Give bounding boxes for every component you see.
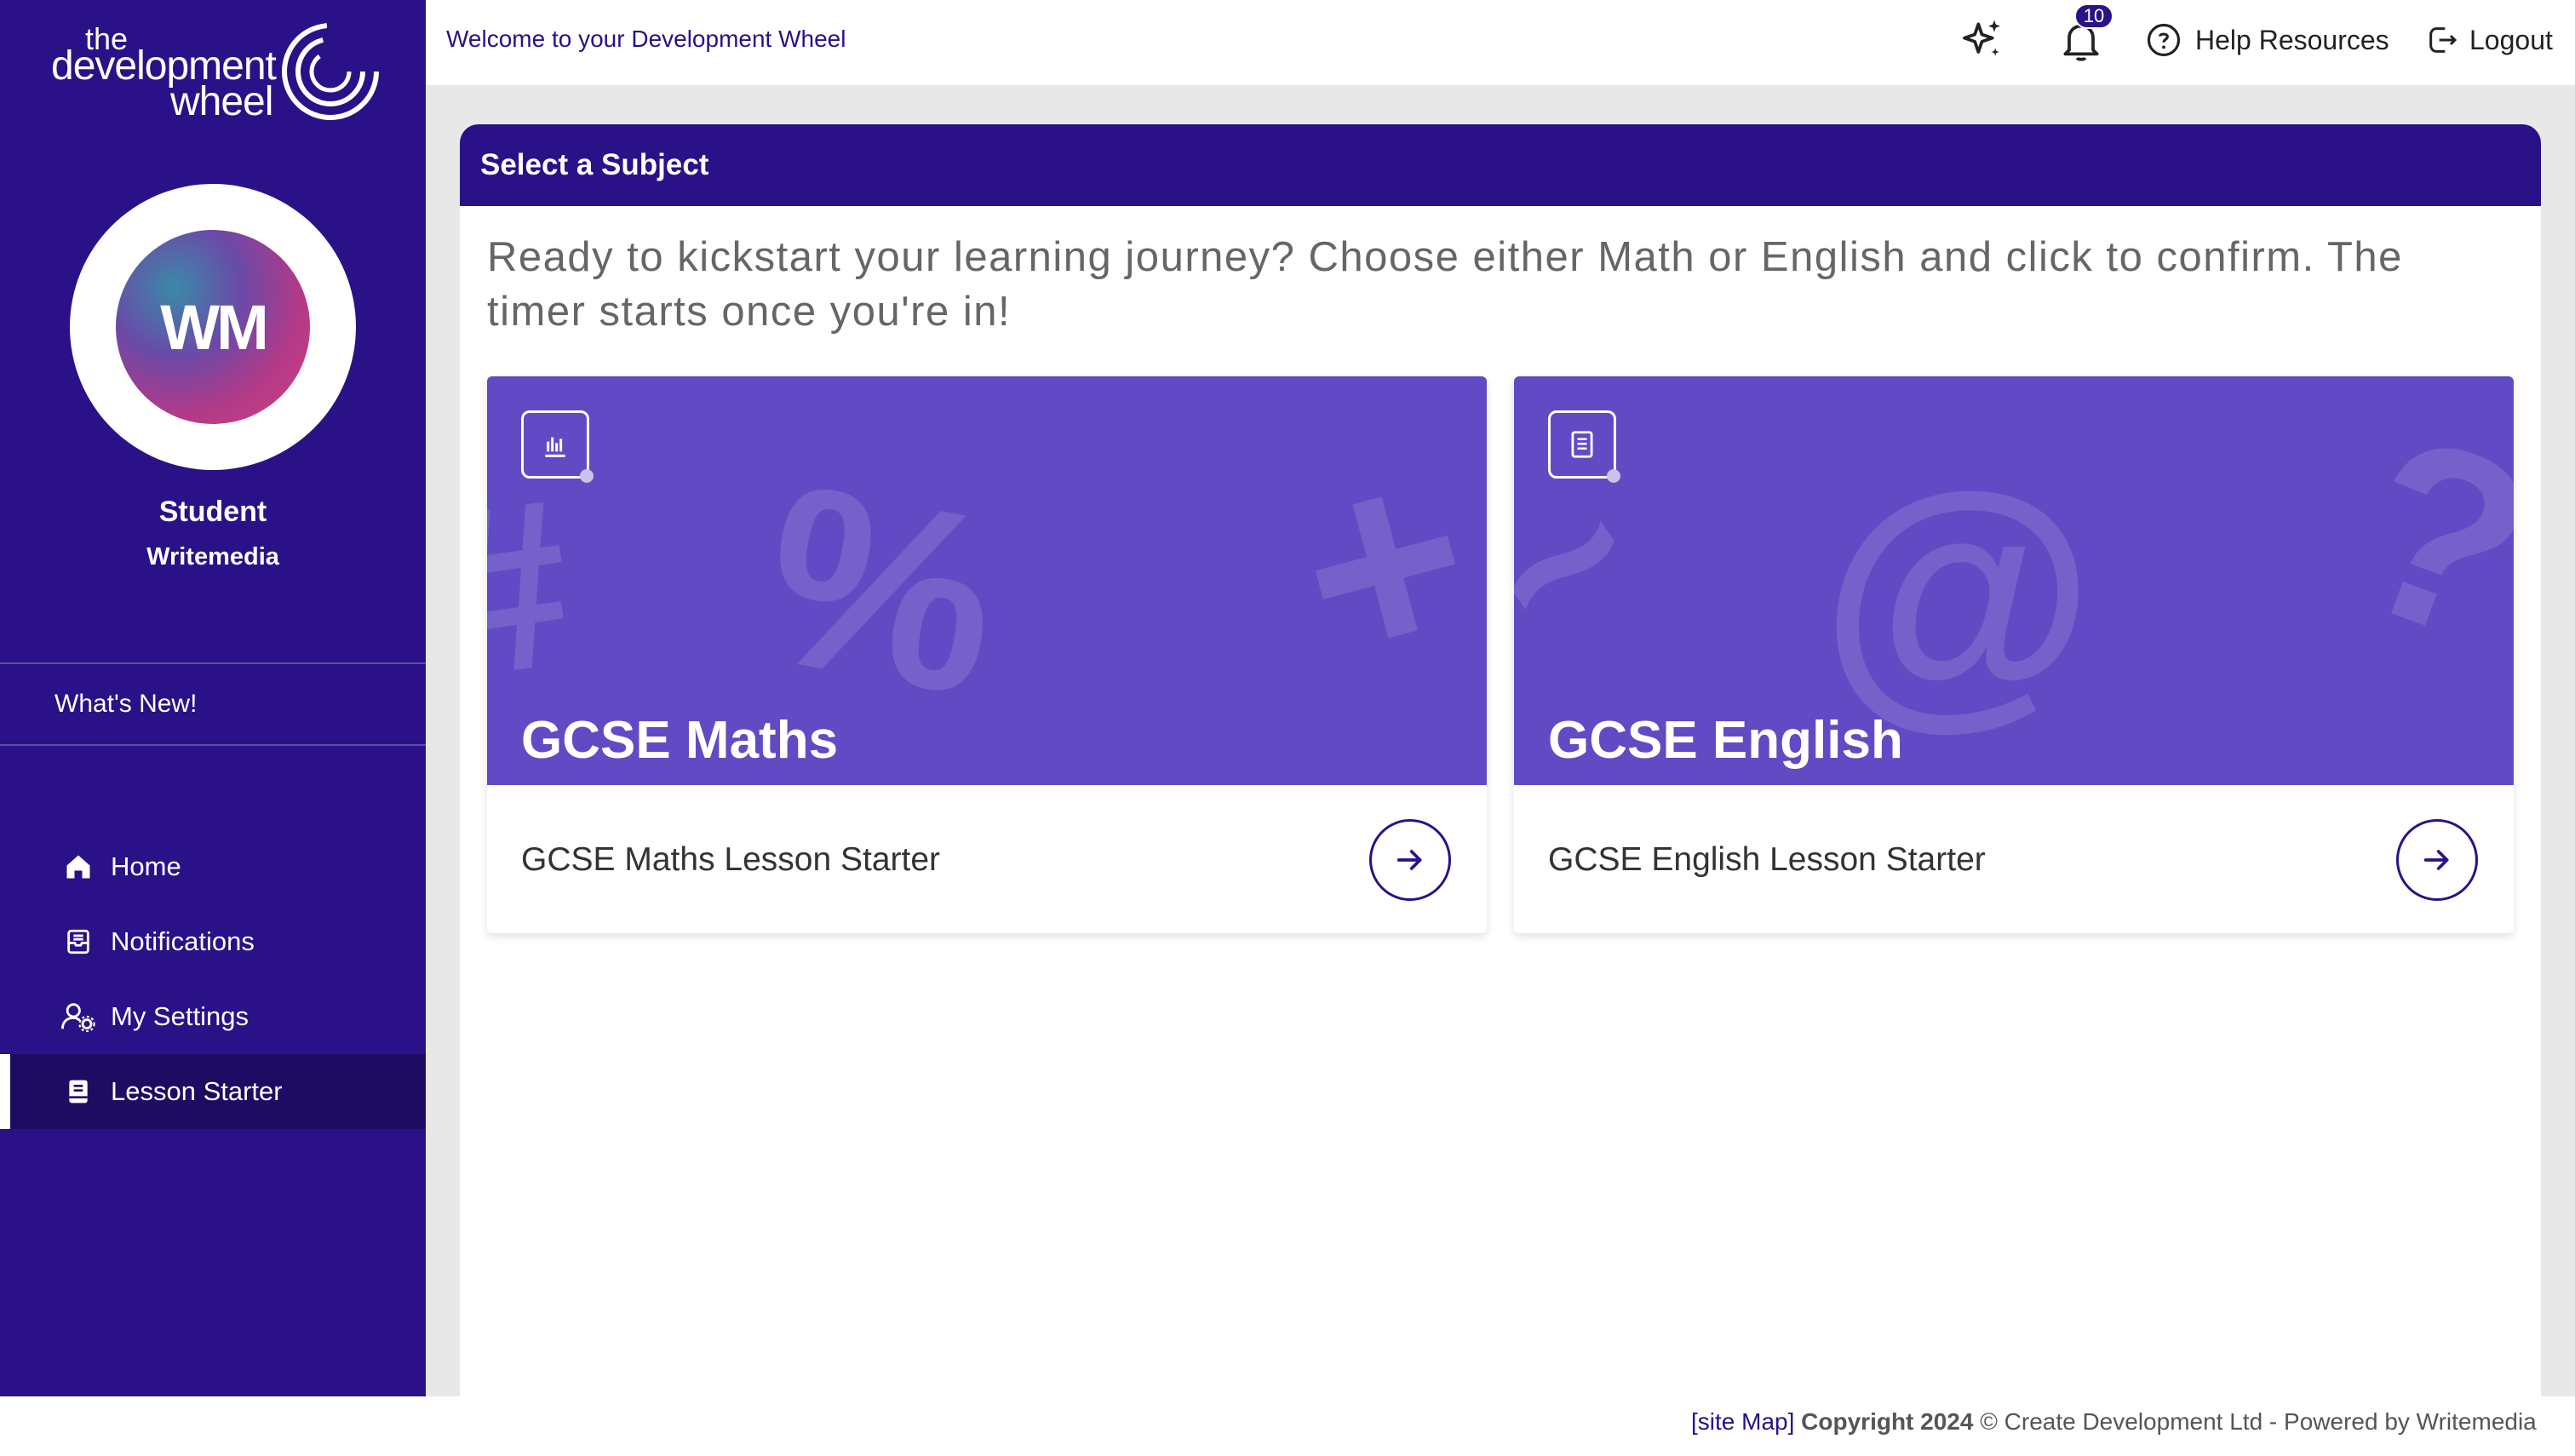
copyright-year: Copyright 2024	[1801, 1408, 1974, 1435]
chart-icon	[521, 410, 594, 483]
notification-count-badge: 10	[2074, 3, 2113, 29]
logo[interactable]: the development wheel	[51, 19, 383, 129]
intro-text: Ready to kickstart your learning journey…	[487, 234, 2403, 335]
footer-credits: © Create Development Ltd - Powered by Wr…	[1980, 1408, 2537, 1435]
plus-decoration: +	[1267, 395, 1487, 732]
icon-dot	[580, 469, 594, 483]
maths-start-button[interactable]	[1369, 819, 1451, 901]
logout-icon	[2429, 27, 2457, 53]
top-bar: Welcome to your Development Wheel Help R…	[426, 0, 2575, 85]
card-banner: # % + GCSE Maths	[487, 376, 1487, 785]
help-icon	[2147, 23, 2181, 57]
document-icon	[1548, 410, 1620, 483]
sidebar-item-notifications[interactable]: Notifications	[0, 904, 426, 979]
logo-text-wheel: wheel	[170, 79, 273, 124]
percent-decoration: %	[744, 428, 1018, 750]
sidebar: the development wheel WM Student Writeme…	[0, 0, 426, 1396]
at-decoration: @	[1821, 436, 2095, 750]
whats-new-label: What's New!	[54, 690, 198, 718]
user-name: Student	[158, 496, 267, 528]
subject-card-maths[interactable]: # % + GCSE Maths GCSE Maths Lesson Start…	[487, 376, 1487, 933]
sidebar-item-label: Lesson Starter	[111, 1076, 283, 1106]
subject-select-panel: Select a Subject Ready to kickstart your…	[460, 124, 2541, 1396]
book-icon	[61, 1075, 95, 1109]
card-subtitle: GCSE English Lesson Starter	[1548, 841, 1986, 878]
card-title: GCSE English	[1548, 711, 1903, 770]
user-settings-icon	[61, 1000, 95, 1034]
help-resources-label: Help Resources	[2195, 24, 2389, 55]
sidebar-item-lesson-starter[interactable]: Lesson Starter	[0, 1054, 426, 1129]
notifications-icon	[61, 925, 95, 959]
logout-button[interactable]: Logout	[2425, 0, 2553, 80]
card-subtitle: GCSE Maths Lesson Starter	[521, 841, 941, 878]
card-title: GCSE Maths	[521, 711, 839, 770]
sidebar-item-label: Home	[111, 851, 181, 881]
avatar: WM	[70, 184, 356, 470]
footer: [site Map] Copyright 2024 © Create Devel…	[1691, 1408, 2537, 1436]
sidebar-item-my-settings[interactable]: My Settings	[0, 979, 426, 1054]
help-resources-link[interactable]: Help Resources	[2146, 0, 2389, 80]
user-organization: Writemedia	[146, 543, 279, 570]
sparkle-icon	[1963, 20, 2000, 56]
card-banner: ~ @ ? GCSE English	[1514, 376, 2514, 785]
sidebar-item-label: My Settings	[111, 1001, 249, 1031]
icon-dot	[1607, 469, 1620, 483]
whats-new-link[interactable]: What's New!	[0, 662, 426, 746]
english-start-button[interactable]	[2396, 819, 2478, 901]
avatar-image: WM	[116, 230, 310, 424]
site-map-link[interactable]: [site Map]	[1691, 1408, 1794, 1435]
logo-swirl-icon	[282, 23, 379, 120]
subject-card-english[interactable]: ~ @ ? GCSE English GCSE English Lesson S…	[1514, 376, 2514, 933]
arrow-right-icon	[1396, 850, 1422, 870]
ai-sparkle-button[interactable]	[1958, 0, 2006, 80]
question-decoration: ?	[2321, 376, 2514, 700]
arrow-right-icon	[2423, 850, 2449, 870]
panel-header: Select a Subject	[460, 124, 2541, 206]
hash-decoration: #	[487, 448, 587, 731]
sidebar-item-home[interactable]: Home	[0, 829, 426, 904]
logout-label: Logout	[2469, 24, 2553, 55]
sidebar-item-label: Notifications	[111, 926, 255, 956]
home-icon	[61, 850, 95, 884]
avatar-initials: WM	[160, 291, 268, 363]
welcome-message: Welcome to your Development Wheel	[446, 26, 846, 52]
